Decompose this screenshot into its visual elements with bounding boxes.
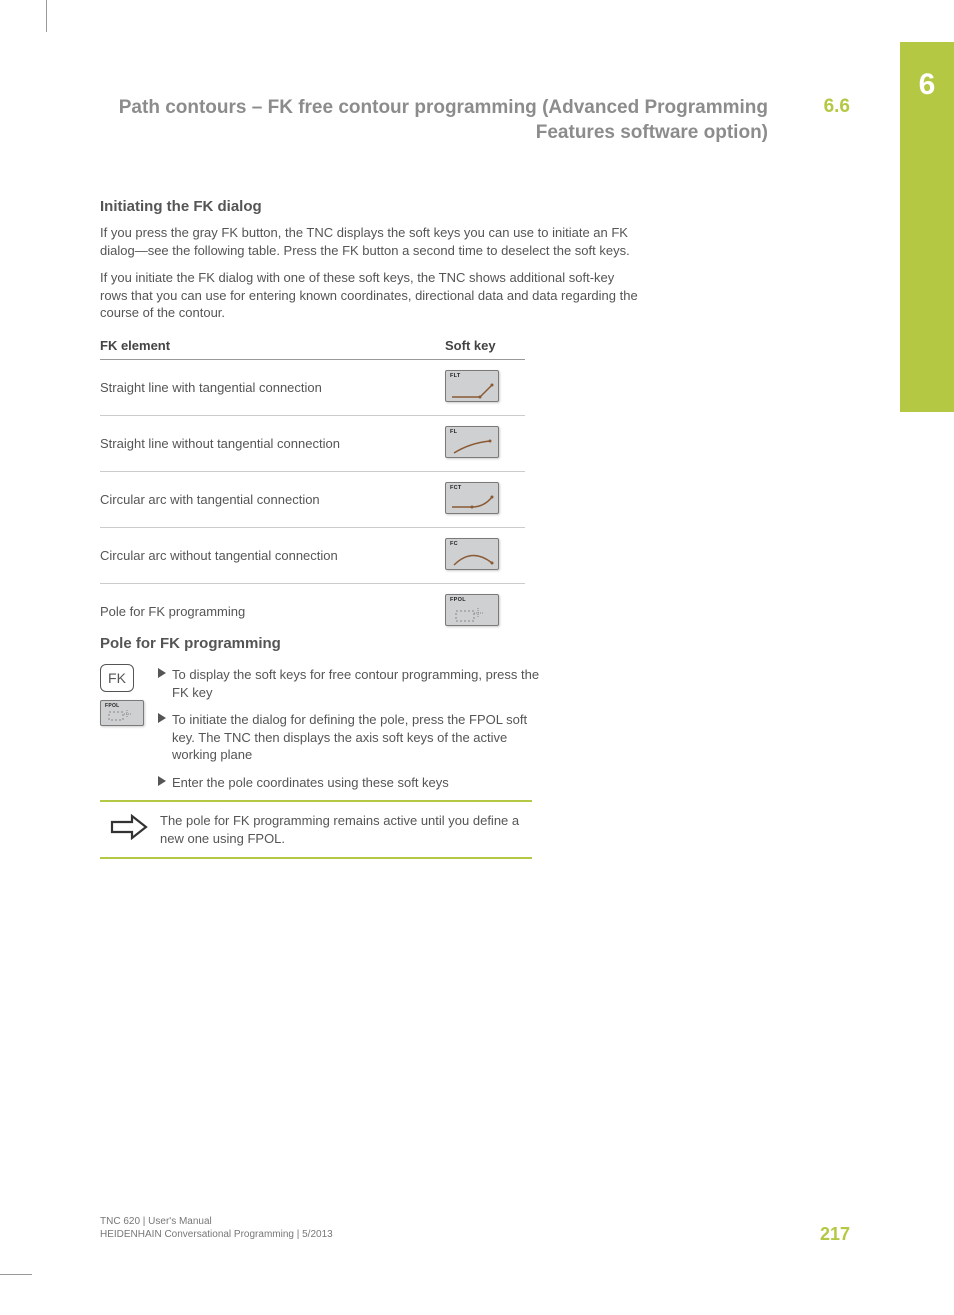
hardkey-label: FK <box>108 670 126 686</box>
page-footer: TNC 620 | User's Manual HEIDENHAIN Conve… <box>100 1215 870 1241</box>
footer-line: HEIDENHAIN Conversational Programming | … <box>100 1228 870 1241</box>
list-item: To display the soft keys for free contou… <box>158 666 540 701</box>
softkey-glyph-icon <box>450 605 496 623</box>
softkey-fc: FC <box>445 538 499 570</box>
softkey-label: FCT <box>450 485 462 491</box>
list-item: To initiate the dialog for defining the … <box>158 711 540 764</box>
crop-mark <box>46 0 47 32</box>
softkey-label: FLT <box>450 373 461 379</box>
fk-element-label: Circular arc without tangential connecti… <box>100 527 445 583</box>
softkey-cell: FCT <box>445 471 525 527</box>
crop-mark <box>0 1274 32 1275</box>
chapter-tab: 6 <box>900 42 954 412</box>
softkey-fpol-small: FPOL <box>100 700 144 726</box>
softkey-fct: FCT <box>445 482 499 514</box>
softkey-glyph-icon <box>450 549 496 567</box>
key-stack: FK FPOL <box>100 664 144 731</box>
triangle-icon <box>158 774 172 792</box>
softkey-glyph-icon <box>450 381 496 399</box>
note-box: The pole for FK programming remains acti… <box>100 800 532 859</box>
triangle-icon <box>158 666 172 701</box>
softkey-cell: FLT <box>445 359 525 415</box>
softkey-fpol: FPOL <box>445 594 499 626</box>
steps-list: To display the soft keys for free contou… <box>158 666 540 801</box>
list-item: Enter the pole coordinates using these s… <box>158 774 540 792</box>
table-row: Straight line with tangential connection… <box>100 359 525 415</box>
softkey-label: FC <box>450 541 458 547</box>
softkey-glyph-icon <box>105 708 141 723</box>
table-header: FK element <box>100 332 445 360</box>
section-number: 6.6 <box>824 96 850 118</box>
fk-element-label: Circular arc with tangential connection <box>100 471 445 527</box>
table-row: Straight line without tangential connect… <box>100 415 525 471</box>
hardkey-fk: FK <box>100 664 134 692</box>
paragraph: If you press the gray FK button, the TNC… <box>100 224 640 259</box>
page-header: Path contours – FK free contour programm… <box>100 96 870 145</box>
softkey-label: FL <box>450 429 457 435</box>
fk-table: FK element Soft key Straight line with t… <box>100 332 525 639</box>
softkey-label: FPOL <box>450 597 466 603</box>
softkey-cell: FL <box>445 415 525 471</box>
content-column: Initiating the FK dialog If you press th… <box>100 198 640 639</box>
page-number: 217 <box>820 1224 850 1245</box>
softkey-fl: FL <box>445 426 499 458</box>
arrow-right-icon <box>108 812 160 847</box>
section-heading: Initiating the FK dialog <box>100 198 640 215</box>
step-text: To initiate the dialog for defining the … <box>172 711 540 764</box>
softkey-glyph-icon <box>450 437 496 455</box>
fk-element-label: Straight line without tangential connect… <box>100 415 445 471</box>
section-heading: Pole for FK programming <box>100 635 540 652</box>
table-row: Circular arc without tangential connecti… <box>100 527 525 583</box>
paragraph: If you initiate the FK dialog with one o… <box>100 269 640 322</box>
table-row: Circular arc with tangential connection … <box>100 471 525 527</box>
table-header: Soft key <box>445 332 525 360</box>
step-text: To display the soft keys for free contou… <box>172 666 540 701</box>
fk-element-label: Straight line with tangential connection <box>100 359 445 415</box>
note-text: The pole for FK programming remains acti… <box>160 812 524 847</box>
section2: Pole for FK programming <box>100 635 540 661</box>
header-title: Path contours – FK free contour programm… <box>100 96 870 145</box>
step-text: Enter the pole coordinates using these s… <box>172 774 449 792</box>
table-row: Pole for FK programming FPOL <box>100 583 525 639</box>
footer-line: TNC 620 | User's Manual <box>100 1215 870 1228</box>
softkey-flt: FLT <box>445 370 499 402</box>
softkey-cell: FC <box>445 527 525 583</box>
chapter-number: 6 <box>900 68 954 102</box>
triangle-icon <box>158 711 172 764</box>
softkey-cell: FPOL <box>445 583 525 639</box>
softkey-glyph-icon <box>450 493 496 511</box>
fk-element-label: Pole for FK programming <box>100 583 445 639</box>
